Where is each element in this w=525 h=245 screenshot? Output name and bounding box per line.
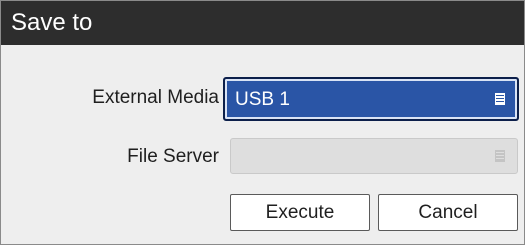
dropdown-list-icon	[495, 93, 505, 105]
file-server-select[interactable]	[230, 138, 518, 174]
external-media-value: USB 1	[235, 89, 290, 110]
external-media-label: External Media	[92, 87, 219, 108]
dialog-title: Save to	[1, 1, 524, 45]
external-media-select[interactable]: USB 1	[223, 77, 519, 121]
execute-button[interactable]: Execute	[230, 194, 370, 231]
file-server-label: File Server	[127, 146, 219, 167]
cancel-button[interactable]: Cancel	[378, 194, 518, 231]
save-to-dialog: Save to External Media USB 1 File Server…	[0, 0, 525, 245]
dropdown-list-icon	[495, 150, 505, 162]
